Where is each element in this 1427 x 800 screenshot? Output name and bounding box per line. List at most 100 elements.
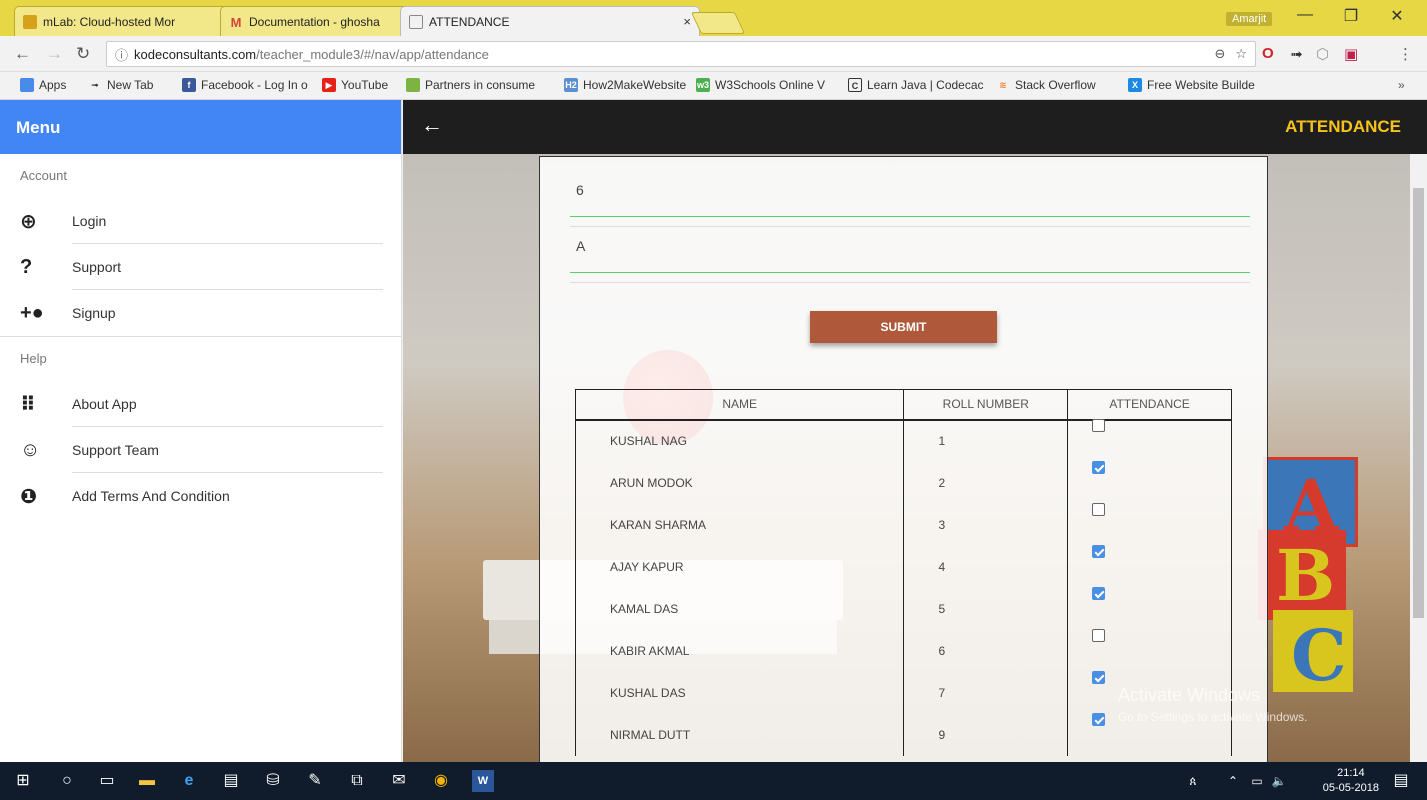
bookmark-label: YouTube [341, 78, 389, 92]
bookmark-youtube[interactable]: ▶ YouTube [322, 78, 388, 92]
watermark-subtitle: Go to Settings to activate Windows. [1118, 710, 1308, 724]
attendance-checkbox[interactable] [1092, 502, 1106, 516]
cortana-search-icon[interactable]: ○ [56, 770, 78, 792]
bookmark-how2makewebsite[interactable]: H2 How2MakeWebsite [564, 78, 686, 92]
student-name: AJAY KAPUR [574, 545, 905, 588]
network-app-icon[interactable]: ⧉ [346, 770, 368, 792]
browser-tab-attendance[interactable]: ATTENDANCE × [400, 6, 700, 36]
apps-grid-icon [20, 78, 34, 92]
bookmark-label: New Tab [107, 78, 154, 92]
new-tab-button[interactable] [690, 12, 746, 34]
bookmarks-bar: Apps ➟ New Tab f Facebook - Log In o ▶ YouT… [0, 72, 1427, 100]
page-scrollbar[interactable] [1410, 154, 1427, 762]
menu-item-about-app[interactable]: ⠿ About App [0, 381, 401, 427]
chrome-menu-icon[interactable]: ⋮ [1398, 45, 1413, 63]
column-header-name: NAME [574, 389, 905, 421]
student-name: KAMAL DAS [574, 587, 905, 630]
action-center-icon[interactable]: ▤ [1390, 770, 1412, 792]
people-icon[interactable]: ጰ [1182, 770, 1204, 792]
menu-title: Menu [0, 100, 401, 154]
mail-icon[interactable]: ✉ [388, 770, 410, 792]
window-close-icon[interactable]: ✕ [1374, 6, 1420, 26]
url-host: kodeconsultants.com [134, 46, 257, 62]
back-nav-icon[interactable]: ← [14, 44, 31, 64]
watermark-title: Activate Windows [1118, 685, 1261, 705]
table-header-row: NAME ROLL NUMBER ATTENDANCE [574, 389, 1232, 421]
submit-button[interactable]: SUBMIT [810, 311, 997, 343]
tray-chevron-icon[interactable]: ⌃ [1222, 770, 1244, 792]
edge-browser-icon[interactable]: e [178, 770, 200, 792]
chrome-icon[interactable]: ◉ [430, 770, 452, 792]
profile-button[interactable]: Amarjit [1226, 12, 1273, 26]
stack-overflow-icon: ≋ [999, 80, 1007, 90]
arrow-icon: ➟ [91, 80, 99, 90]
task-view-icon[interactable]: ▭ [96, 770, 118, 792]
class-input[interactable] [570, 163, 1250, 217]
opera-extension-icon[interactable]: O [1262, 45, 1274, 62]
back-arrow-icon[interactable]: ← [421, 112, 443, 138]
attendance-checkbox[interactable] [1092, 460, 1106, 474]
address-bar[interactable]: ⓘ kodeconsultants.com/teacher_module3/#/… [106, 41, 1256, 67]
attendance-checkbox[interactable] [1092, 712, 1106, 726]
bookmark-label: Free Website Builde [1147, 78, 1255, 92]
table-row: ARUN MODOK 2 [574, 460, 1232, 504]
bookmark-stack-overflow[interactable]: ≋ Stack Overflow [996, 78, 1095, 92]
attendance-checkbox[interactable] [1092, 670, 1106, 684]
menu-item-support-team[interactable]: ☺ Support Team [0, 427, 401, 473]
bookmark-star-icon[interactable]: ☆ [1235, 46, 1247, 62]
menu-item-label: Support Team [72, 442, 159, 458]
attendance-form-card: SUBMIT NAME ROLL NUMBER ATTENDANCE KUSHA… [539, 156, 1268, 762]
bookmark-facebook[interactable]: f Facebook - Log In o [182, 78, 308, 92]
windows-start-icon[interactable]: ⊞ [12, 770, 34, 792]
bookmark-partners[interactable]: Partners in consume [406, 78, 535, 92]
extension-icon[interactable]: ➟ [1290, 45, 1303, 63]
attendance-checkbox[interactable] [1092, 419, 1106, 432]
bookmark-label: Partners in consume [425, 78, 536, 92]
battery-icon[interactable]: ▭ [1246, 770, 1268, 792]
store-icon[interactable]: ⛁ [262, 770, 284, 792]
menu-item-support[interactable]: ? Support [0, 244, 401, 290]
codecademy-icon: C [848, 78, 862, 92]
bookmark-w3schools[interactable]: w3 W3Schools Online V [696, 78, 825, 92]
scrollbar-thumb[interactable] [1413, 188, 1424, 618]
menu-item-label: Add Terms And Condition [72, 488, 230, 504]
add-person-icon: +● [20, 301, 44, 324]
tab-title: ATTENDANCE [429, 14, 510, 29]
browser-tab-mlab[interactable]: mLab: Cloud-hosted Mor × [14, 6, 236, 36]
bookmark-apps[interactable]: Apps [20, 78, 66, 92]
sidebar-scrollbar[interactable] [391, 160, 399, 760]
pocket-extension-icon[interactable]: ▣ [1344, 45, 1358, 63]
bookmark-website-builder[interactable]: X Free Website Builde [1128, 78, 1255, 92]
roll-number: 4 [903, 545, 1069, 588]
volume-icon[interactable]: 🔈 [1268, 770, 1290, 792]
app-top-bar: ← ATTENDANCE [403, 100, 1427, 154]
maximize-icon[interactable]: ❐ [1328, 6, 1374, 26]
bookmark-new-tab[interactable]: ➟ New Tab [88, 78, 153, 92]
word-icon[interactable]: W [472, 770, 494, 792]
close-tab-icon[interactable]: × [683, 14, 691, 29]
extension-shield-icon[interactable]: ⬡ [1316, 45, 1329, 63]
bookmark-codecademy[interactable]: C Learn Java | Codecac [848, 78, 984, 92]
reload-icon[interactable]: ↻ [76, 44, 90, 64]
forward-nav-icon[interactable]: → [46, 44, 63, 64]
roll-number: 3 [903, 503, 1069, 546]
menu-item-signup[interactable]: +● Signup [0, 290, 401, 336]
attendance-checkbox[interactable] [1092, 586, 1106, 600]
site-info-icon[interactable]: ⓘ [115, 45, 128, 64]
roll-number: 2 [903, 461, 1069, 504]
menu-item-terms[interactable]: ❶ Add Terms And Condition [0, 473, 401, 519]
login-icon: ⊕ [20, 210, 37, 233]
attendance-checkbox[interactable] [1092, 628, 1106, 642]
class-field-wrapper [570, 163, 1250, 227]
paint-icon[interactable]: ✎ [304, 770, 326, 792]
system-clock[interactable]: 21:14 05-05-2018 [1323, 766, 1379, 796]
menu-item-login[interactable]: ⊕ Login [0, 198, 401, 244]
section-input[interactable] [570, 219, 1250, 273]
file-explorer-icon[interactable]: ▬ [136, 770, 158, 792]
facebook-icon: f [182, 78, 196, 92]
more-bookmarks-icon[interactable]: » [1398, 78, 1405, 92]
zoom-icon[interactable]: ⊖ [1214, 46, 1225, 62]
terminal-icon[interactable]: ▤ [220, 770, 242, 792]
attendance-checkbox[interactable] [1092, 544, 1106, 558]
minimize-icon[interactable]: — [1282, 6, 1328, 24]
